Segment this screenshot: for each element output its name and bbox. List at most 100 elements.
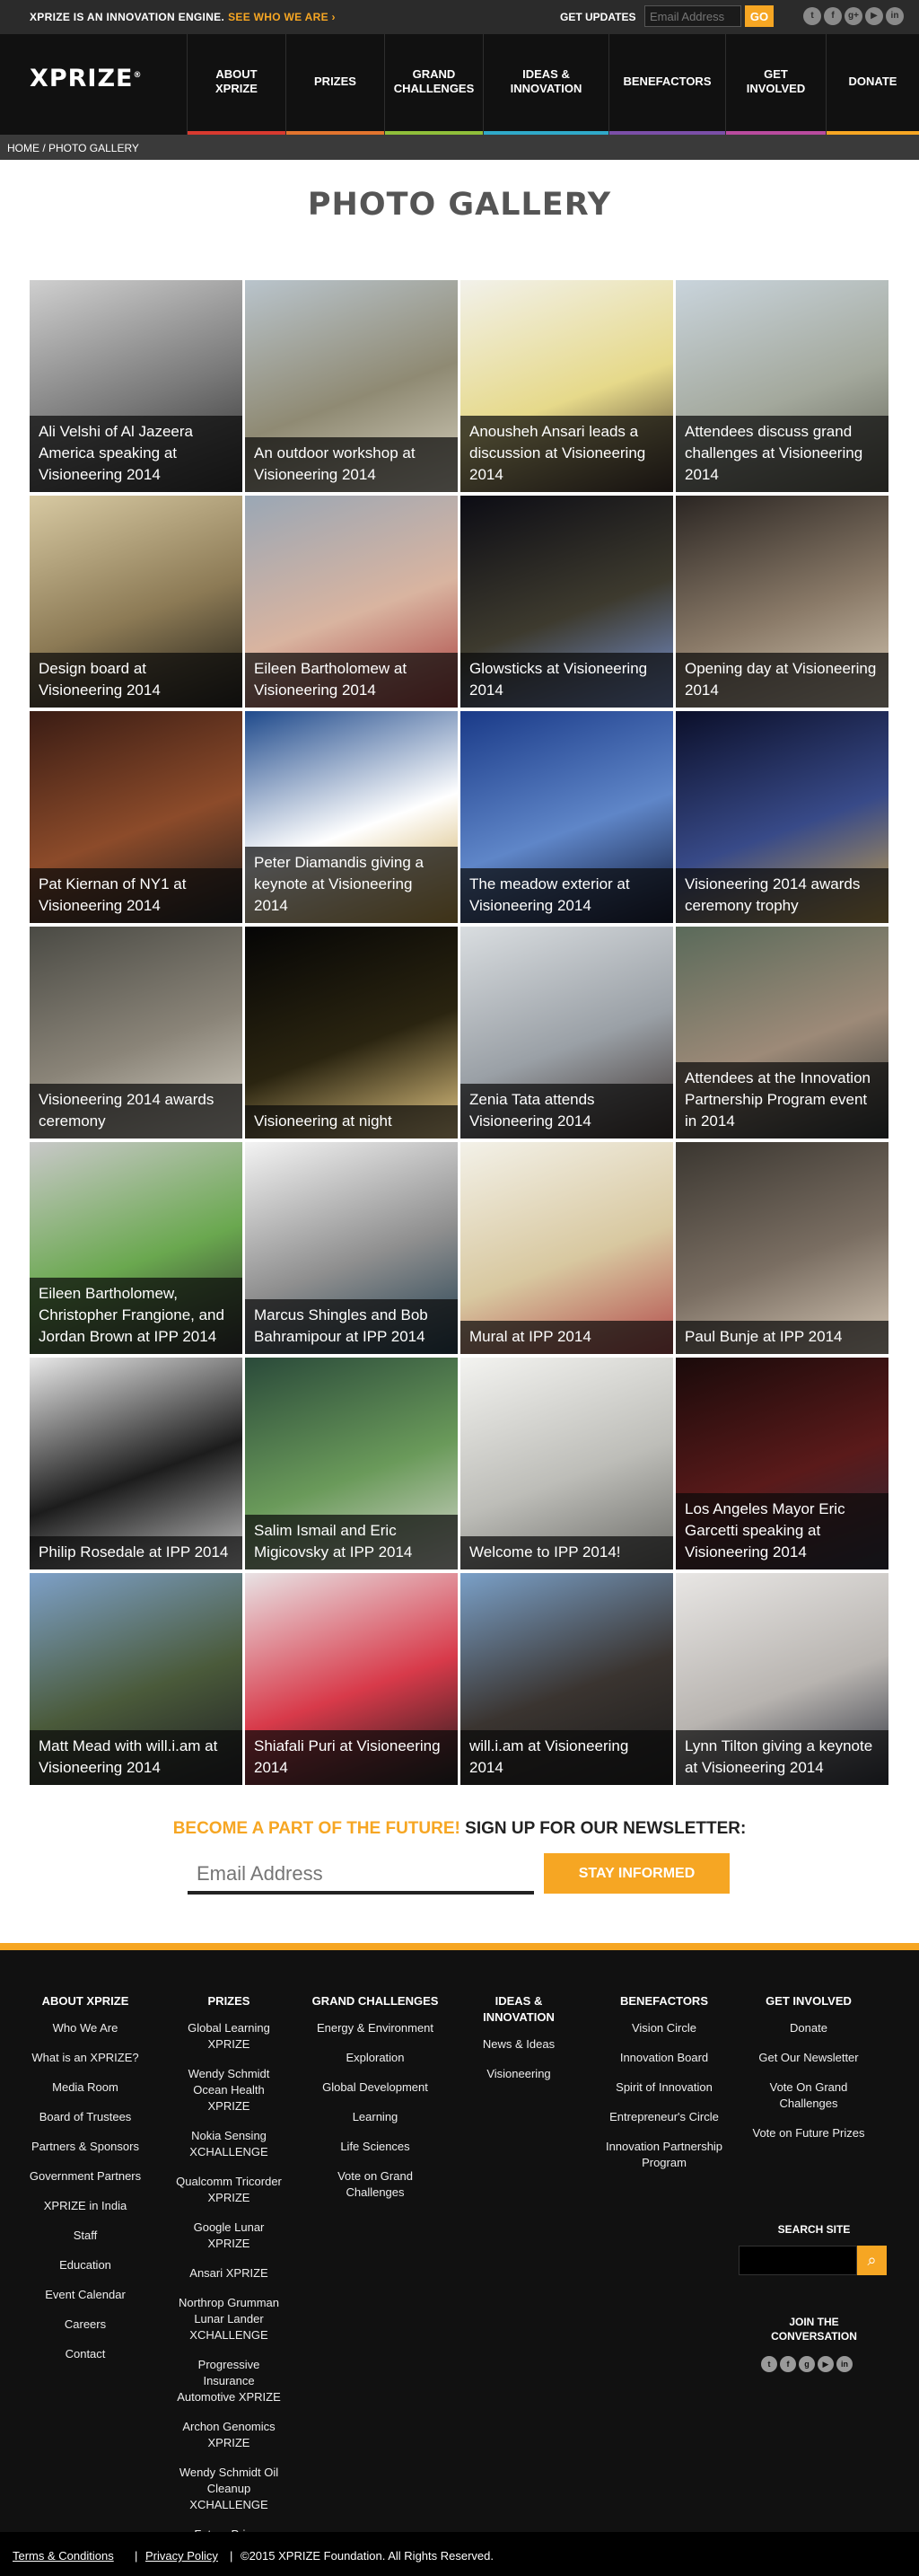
- privacy-link[interactable]: Privacy Policy: [145, 2549, 218, 2563]
- gallery-tile[interactable]: Attendees discuss grand challenges at Vi…: [676, 280, 888, 492]
- gallery-tile[interactable]: An outdoor workshop at Visioneering 2014: [245, 280, 458, 492]
- footer-link[interactable]: Government Partners: [18, 2168, 153, 2185]
- gallery-tile[interactable]: Design board at Visioneering 2014: [30, 496, 242, 708]
- footer-link[interactable]: Vote On Grand Challenges: [741, 2079, 876, 2112]
- gallery-tile[interactable]: Visioneering 2014 awards ceremony trophy: [676, 711, 888, 923]
- gallery-tile[interactable]: Mural at IPP 2014: [460, 1142, 673, 1354]
- footer-link[interactable]: Vote on Future Prizes: [741, 2125, 876, 2141]
- newsletter-email-input[interactable]: [188, 1848, 534, 1895]
- gallery-tile[interactable]: Glowsticks at Visioneering 2014: [460, 496, 673, 708]
- gallery-tile[interactable]: Eileen Bartholomew, Christopher Frangion…: [30, 1142, 242, 1354]
- gallery-tile[interactable]: Peter Diamandis giving a keynote at Visi…: [245, 711, 458, 923]
- nav-item-benefactors[interactable]: BENEFACTORS: [608, 34, 725, 135]
- twitter-icon[interactable]: t: [761, 2356, 777, 2372]
- footer-link[interactable]: Who We Are: [18, 2020, 153, 2036]
- nav-item-prizes[interactable]: PRIZES: [285, 34, 384, 135]
- footer-link[interactable]: Event Calendar: [18, 2287, 153, 2303]
- footer-link[interactable]: Global Learning XPRIZE: [175, 2020, 283, 2053]
- footer-link[interactable]: Board of Trustees: [18, 2109, 153, 2125]
- footer-link[interactable]: What is an XPRIZE?: [18, 2050, 153, 2066]
- gallery-tile[interactable]: Matt Mead with will.i.am at Visioneering…: [30, 1573, 242, 1785]
- gallery-tile[interactable]: Lynn Tilton giving a keynote at Visionee…: [676, 1573, 888, 1785]
- facebook-icon[interactable]: f: [780, 2356, 796, 2372]
- footer-link[interactable]: Staff: [18, 2228, 153, 2244]
- footer-link[interactable]: Vision Circle: [597, 2020, 731, 2036]
- footer-link[interactable]: Innovation Partnership Program: [597, 2139, 731, 2171]
- gallery-tile[interactable]: Paul Bunje at IPP 2014: [676, 1142, 888, 1354]
- google-plus-icon[interactable]: g: [799, 2356, 815, 2372]
- gallery-tile[interactable]: Eileen Bartholomew at Visioneering 2014: [245, 496, 458, 708]
- gallery-tile[interactable]: Salim Ismail and Eric Migicovsky at IPP …: [245, 1358, 458, 1569]
- footer-search-input[interactable]: [739, 2246, 857, 2275]
- nav-item-about-xprize[interactable]: ABOUT XPRIZE: [187, 34, 285, 135]
- terms-link[interactable]: Terms & Conditions: [13, 2549, 114, 2563]
- gallery-tile[interactable]: Shiafali Puri at Visioneering 2014: [245, 1573, 458, 1785]
- footer-link[interactable]: Education: [18, 2257, 153, 2273]
- footer-link[interactable]: Progressive Insurance Automotive XPRIZE: [175, 2357, 283, 2405]
- gallery-tile[interactable]: Visioneering at night: [245, 927, 458, 1139]
- footer-link[interactable]: Global Development: [308, 2079, 442, 2096]
- stay-informed-button[interactable]: STAY INFORMED: [544, 1853, 730, 1894]
- breadcrumb: HOME / PHOTO GALLERY: [0, 135, 919, 160]
- gallery-tile[interactable]: Anousheh Ansari leads a discussion at Vi…: [460, 280, 673, 492]
- gallery-tile[interactable]: The meadow exterior at Visioneering 2014: [460, 711, 673, 923]
- footer-link[interactable]: Contact: [18, 2346, 153, 2362]
- legal-bar: Terms & Conditions | Privacy Policy | ©2…: [0, 2532, 919, 2576]
- facebook-icon[interactable]: f: [824, 7, 842, 25]
- footer-link[interactable]: Exploration: [308, 2050, 442, 2066]
- linkedin-icon[interactable]: in: [836, 2356, 853, 2372]
- footer-link[interactable]: XPRIZE in India: [18, 2198, 153, 2214]
- nav-item-get-involved[interactable]: GET INVOLVED: [725, 34, 826, 135]
- go-button[interactable]: GO: [745, 5, 774, 27]
- footer-link[interactable]: Northrop Grumman Lunar Lander XCHALLENGE: [175, 2295, 283, 2343]
- xprize-logo[interactable]: XPRIZE®: [30, 65, 142, 92]
- footer-link[interactable]: Energy & Environment: [308, 2020, 442, 2036]
- top-email-input[interactable]: [644, 5, 741, 27]
- gallery-tile[interactable]: Ali Velshi of Al Jazeera America speakin…: [30, 280, 242, 492]
- nav-item-grand-challenges[interactable]: GRAND CHALLENGES: [384, 34, 483, 135]
- footer-link[interactable]: Spirit of Innovation: [597, 2079, 731, 2096]
- gallery-tile[interactable]: Pat Kiernan of NY1 at Visioneering 2014: [30, 711, 242, 923]
- youtube-icon[interactable]: ▶: [818, 2356, 834, 2372]
- footer-link[interactable]: Visioneering: [474, 2066, 564, 2082]
- google-plus-icon[interactable]: g+: [845, 7, 862, 25]
- footer-link[interactable]: Nokia Sensing XCHALLENGE: [175, 2128, 283, 2160]
- footer-link[interactable]: Get Our Newsletter: [741, 2050, 876, 2066]
- gallery-tile[interactable]: Marcus Shingles and Bob Bahramipour at I…: [245, 1142, 458, 1354]
- gallery-tile[interactable]: Los Angeles Mayor Eric Garcetti speaking…: [676, 1358, 888, 1569]
- gallery-tile[interactable]: Attendees at the Innovation Partnership …: [676, 927, 888, 1139]
- linkedin-icon[interactable]: in: [886, 7, 904, 25]
- footer-link[interactable]: Entrepreneur's Circle: [597, 2109, 731, 2125]
- twitter-icon[interactable]: t: [803, 7, 821, 25]
- footer-link[interactable]: Wendy Schmidt Ocean Health XPRIZE: [175, 2066, 283, 2114]
- see-who-we-are-link[interactable]: SEE WHO WE ARE ›: [228, 11, 336, 23]
- nav-item-donate[interactable]: DONATE: [826, 34, 919, 135]
- footer-link[interactable]: Qualcomm Tricorder XPRIZE: [175, 2174, 283, 2206]
- footer-link[interactable]: Learning: [308, 2109, 442, 2125]
- footer-link[interactable]: Media Room: [18, 2079, 153, 2096]
- search-icon[interactable]: ⌕: [857, 2246, 887, 2275]
- footer-link[interactable]: Archon Genomics XPRIZE: [175, 2419, 283, 2451]
- footer-link[interactable]: Partners & Sponsors: [18, 2139, 153, 2155]
- gallery-tile[interactable]: Philip Rosedale at IPP 2014: [30, 1358, 242, 1569]
- footer-column-title: IDEAS & INNOVATION: [483, 1994, 555, 2024]
- gallery-tile[interactable]: Visioneering 2014 awards ceremony: [30, 927, 242, 1139]
- footer-link[interactable]: Google Lunar XPRIZE: [175, 2220, 283, 2252]
- footer-link[interactable]: Wendy Schmidt Oil Cleanup XCHALLENGE: [175, 2465, 283, 2513]
- gallery-tile[interactable]: will.i.am at Visioneering 2014: [460, 1573, 673, 1785]
- footer-link[interactable]: Life Sciences: [308, 2139, 442, 2155]
- footer-link[interactable]: Donate: [741, 2020, 876, 2036]
- gallery-tile[interactable]: Welcome to IPP 2014!: [460, 1358, 673, 1569]
- footer-link[interactable]: Innovation Board: [597, 2050, 731, 2066]
- main-header: XPRIZE® ABOUT XPRIZE PRIZES GRAND CHALLENG…: [0, 34, 919, 135]
- footer-link[interactable]: Ansari XPRIZE: [175, 2265, 283, 2281]
- footer-link[interactable]: News & Ideas: [474, 2036, 564, 2053]
- footer-link[interactable]: Careers: [18, 2317, 153, 2333]
- gallery-caption: Marcus Shingles and Bob Bahramipour at I…: [245, 1299, 458, 1354]
- nav-item-ideas-innovation[interactable]: IDEAS & INNOVATION: [483, 34, 608, 135]
- gallery-tile[interactable]: Opening day at Visioneering 2014: [676, 496, 888, 708]
- footer-link[interactable]: Vote on Grand Challenges: [308, 2168, 442, 2201]
- youtube-icon[interactable]: ▶: [865, 7, 883, 25]
- footer-column: GRAND CHALLENGES Energy & Environment Expl…: [308, 1993, 442, 2214]
- gallery-tile[interactable]: Zenia Tata attends Visioneering 2014: [460, 927, 673, 1139]
